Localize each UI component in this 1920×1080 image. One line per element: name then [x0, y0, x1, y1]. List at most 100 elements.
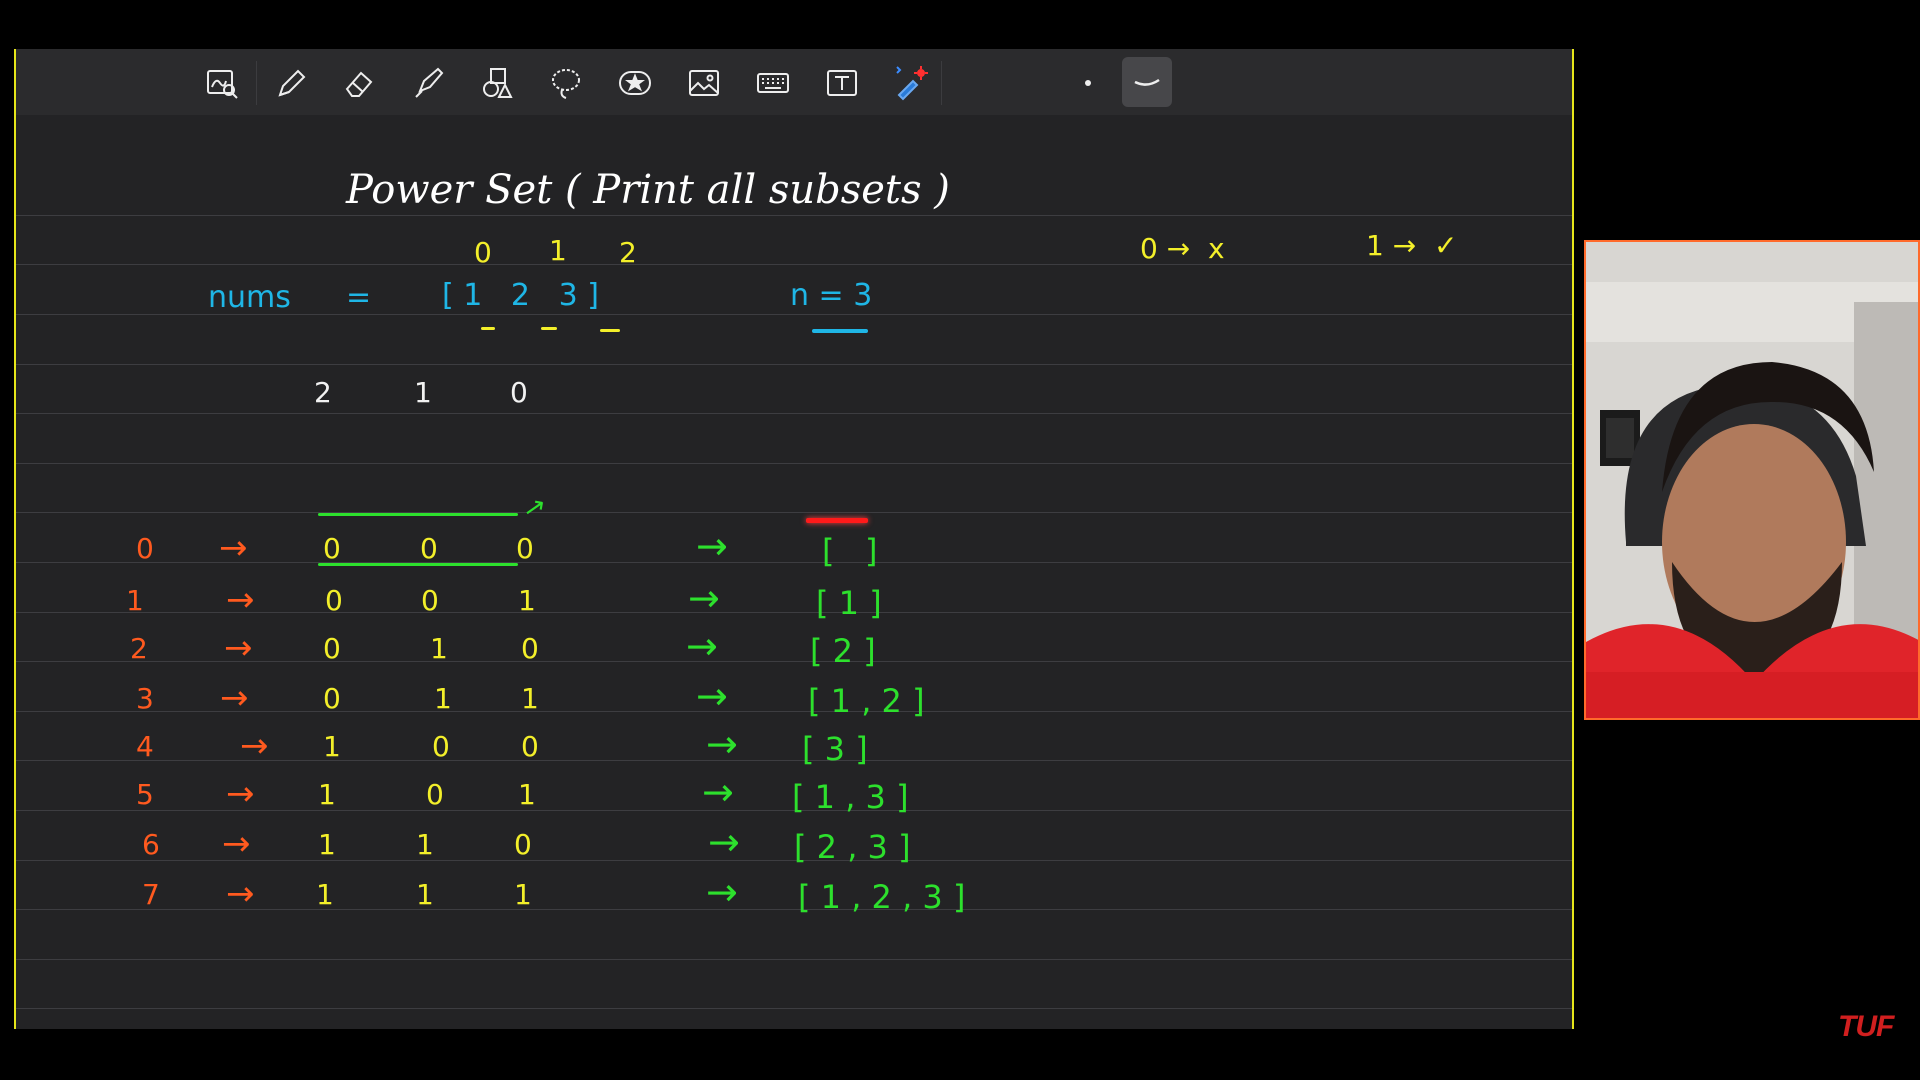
ruled-line [16, 711, 1572, 712]
bit-value: 0 [432, 730, 450, 763]
result-arrow: → [696, 674, 728, 718]
legend-zero: 0 → x [1140, 232, 1225, 265]
index-label: 0 [474, 236, 492, 269]
result-arrow: → [686, 624, 718, 668]
result-arrow: → [688, 576, 720, 620]
bit-value: 0 [325, 584, 343, 617]
bit-value: 1 [430, 632, 448, 665]
ruled-line [16, 959, 1572, 960]
n-underline [812, 329, 868, 333]
index-underline [600, 329, 620, 332]
result-arrow: → [696, 524, 728, 568]
dot-size-icon[interactable] [1066, 61, 1110, 105]
row-number: 1 [126, 584, 144, 617]
result-arrow: → [706, 722, 738, 766]
image-icon[interactable] [682, 61, 726, 105]
bit-value: 0 [521, 632, 539, 665]
toolbar [16, 49, 1572, 115]
bit-value: 0 [521, 730, 539, 763]
row-number: 0 [136, 532, 154, 565]
bit-value: 1 [514, 878, 532, 911]
row-arrow: → [219, 528, 248, 568]
ruled-line [16, 264, 1572, 265]
row-arrow: → [240, 726, 269, 766]
row-number: 4 [136, 730, 154, 763]
bit-value: 1 [416, 828, 434, 861]
row-number: 2 [130, 632, 148, 665]
ruled-line [16, 215, 1572, 216]
row-arrow: → [224, 628, 253, 668]
row-number: 6 [142, 828, 160, 861]
bit-value: 1 [318, 778, 336, 811]
bit-value: 0 [420, 532, 438, 565]
ruled-line [16, 1008, 1572, 1009]
bit-position: 0 [510, 376, 528, 409]
bit-position: 2 [314, 376, 332, 409]
subset-result: [ 2 , 3 ] [794, 828, 911, 866]
ruled-line [16, 562, 1572, 563]
board-title: Power Set ( Print all subsets ) [346, 167, 950, 213]
bit-value: 0 [516, 532, 534, 565]
subset-result: [ 1 ] [816, 584, 882, 622]
whiteboard-canvas[interactable]: Power Set ( Print all subsets ) 0 → x 1 … [14, 49, 1574, 1029]
index-label: 1 [549, 234, 567, 267]
row-arrow: → [222, 824, 251, 864]
bit-value: 1 [521, 682, 539, 715]
row-underline [318, 563, 518, 566]
equals-sign: = [346, 280, 372, 315]
bit-value: 1 [434, 682, 452, 715]
highlighter-icon[interactable] [406, 61, 450, 105]
bit-value: 1 [316, 878, 334, 911]
ruled-line [16, 364, 1572, 365]
row-arrow: → [226, 774, 255, 814]
webcam-overlay [1584, 240, 1920, 720]
ruled-line [16, 463, 1572, 464]
lasso-icon[interactable] [544, 61, 588, 105]
bit-value: 0 [421, 584, 439, 617]
ruled-line [16, 512, 1572, 513]
subset-result: [ 3 ] [802, 730, 868, 768]
subset-result: [ ] [822, 532, 878, 570]
index-underline [541, 327, 557, 330]
presenter-video [1586, 242, 1918, 718]
subset-result: [ 2 ] [810, 632, 876, 670]
zoom-region-icon[interactable] [200, 61, 244, 105]
keyboard-icon[interactable] [751, 61, 795, 105]
bit-position: 1 [414, 376, 432, 409]
bit-value: 1 [518, 778, 536, 811]
bit-value: 0 [323, 682, 341, 715]
pen-icon[interactable] [268, 61, 312, 105]
row-arrow: → [220, 678, 249, 718]
eraser-icon[interactable] [337, 61, 381, 105]
bit-value: 0 [514, 828, 532, 861]
bit-value: 0 [323, 632, 341, 665]
result-arrow: → [702, 770, 734, 814]
sticker-icon[interactable] [613, 61, 657, 105]
bit-value: 1 [318, 828, 336, 861]
bit-value: 1 [323, 730, 341, 763]
channel-watermark: TUF [1838, 1010, 1894, 1043]
highlight-mark [806, 518, 868, 523]
laser-pointer-icon[interactable] [889, 61, 933, 105]
ruled-line [16, 413, 1572, 414]
bit-value: 0 [323, 532, 341, 565]
nums-label: nums [208, 280, 291, 315]
shapes-icon[interactable] [475, 61, 519, 105]
index-underline [481, 327, 495, 330]
pointer-arrow: → [517, 489, 553, 527]
result-arrow: → [708, 820, 740, 864]
legend-one: 1 → ✓ [1366, 229, 1458, 262]
row-number: 3 [136, 682, 154, 715]
row-number: 5 [136, 778, 154, 811]
nums-values: [ 1 2 3 ] [442, 278, 599, 313]
subset-result: [ 1 , 3 ] [792, 778, 909, 816]
row-arrow: → [226, 580, 255, 620]
text-box-icon[interactable] [820, 61, 864, 105]
index-label: 2 [619, 236, 637, 269]
stroke-style-icon[interactable] [1122, 57, 1172, 107]
bit-value: 1 [518, 584, 536, 617]
row-arrow: → [226, 874, 255, 914]
subset-result: [ 1 , 2 ] [808, 682, 925, 720]
n-label: n = 3 [790, 278, 873, 313]
subset-result: [ 1 , 2 , 3 ] [798, 878, 966, 916]
